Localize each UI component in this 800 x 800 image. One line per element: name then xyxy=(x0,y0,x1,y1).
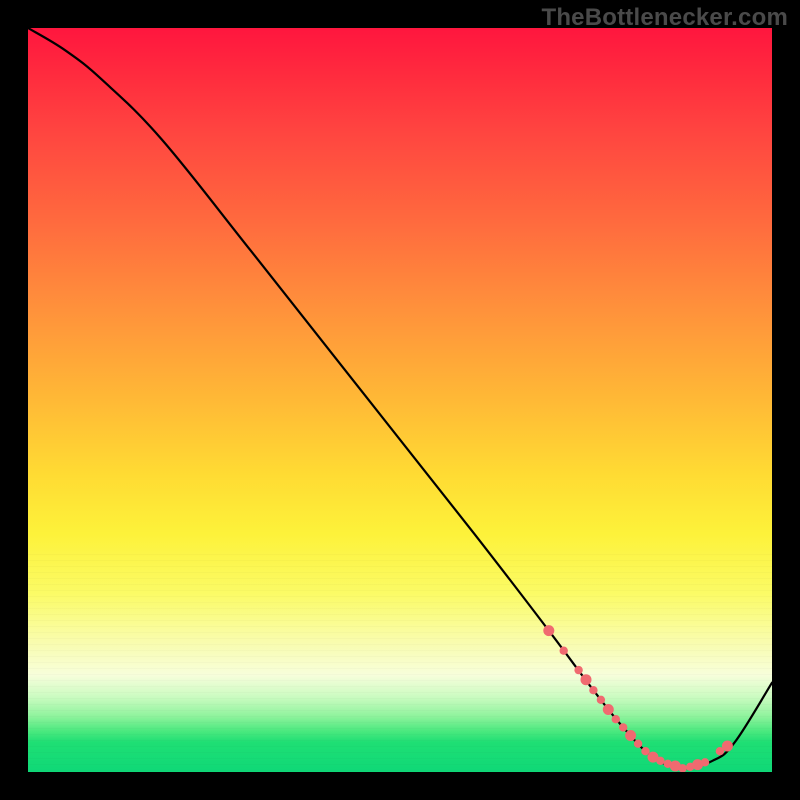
marker-dot xyxy=(634,740,642,748)
marker-dot xyxy=(597,696,605,704)
marker-dot xyxy=(574,666,582,674)
plot-area xyxy=(28,28,772,772)
curve-layer xyxy=(28,28,772,772)
marker-dot xyxy=(589,686,597,694)
chart-stage: TheBottlenecker.com xyxy=(0,0,800,800)
marker-dot xyxy=(581,674,592,685)
main-curve xyxy=(28,28,772,768)
watermark-text: TheBottlenecker.com xyxy=(541,4,788,32)
marker-dot xyxy=(656,757,664,765)
marker-dot xyxy=(722,741,733,752)
marker-dot xyxy=(619,723,627,731)
marker-dot xyxy=(625,730,636,741)
marker-dot xyxy=(612,715,620,723)
marker-dot xyxy=(560,647,568,655)
marker-dot xyxy=(603,704,614,715)
marker-dot xyxy=(701,758,709,766)
marker-group xyxy=(543,625,733,772)
marker-dot xyxy=(543,625,554,636)
